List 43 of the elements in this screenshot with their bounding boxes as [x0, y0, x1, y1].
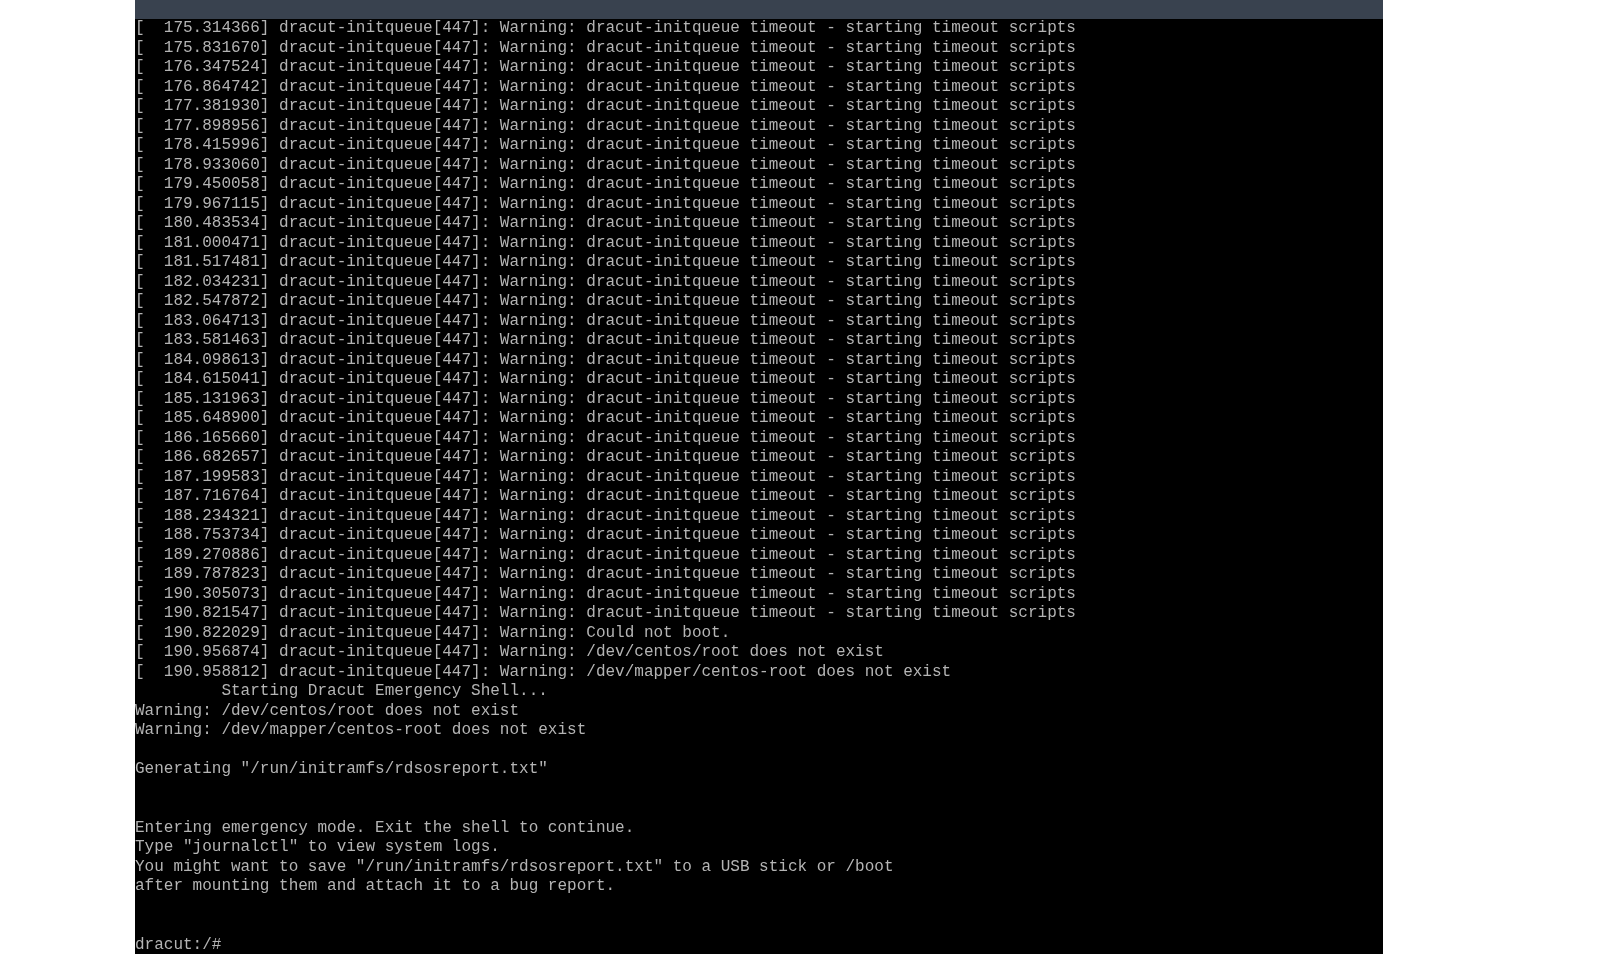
message-line: Entering emergency mode. Exit the shell to continue. [135, 818, 635, 838]
log-line: [ 181.517481] dracut-initqueue[447]: Warning: dracut-initqueue timeout - starting timeout scripts [135, 253, 1076, 273]
log-line: [ 186.165660] dracut-initqueue[447]: Warning: dracut-initqueue timeout - starting timeout scripts [135, 428, 1076, 448]
log-line: [ 183.581463] dracut-initqueue[447]: Warning: dracut-initqueue timeout - starting timeout scripts [135, 331, 1076, 351]
message-line: Type "journalctl" to view system logs. [135, 838, 500, 858]
log-line: Warning: /dev/centos/root does not exist [135, 701, 520, 721]
log-line: [ 176.347524] dracut-initqueue[447]: Warning: dracut-initqueue timeout - starting timeout scripts [135, 58, 1076, 78]
log-line: [ 189.270886] dracut-initqueue[447]: Warning: dracut-initqueue timeout - starting timeout scripts [135, 545, 1076, 565]
log-line: [ 184.615041] dracut-initqueue[447]: Warning: dracut-initqueue timeout - starting timeout scripts [135, 370, 1076, 390]
log-line: [ 190.958812] dracut-initqueue[447]: Warning: /dev/mapper/centos-root does not exist [135, 662, 952, 682]
log-line: [ 188.234321] dracut-initqueue[447]: Warning: dracut-initqueue timeout - starting timeout scripts [135, 506, 1076, 526]
message-line: after mounting them and attach it to a bug report. [135, 877, 616, 897]
log-line: [ 176.864742] dracut-initqueue[447]: Warning: dracut-initqueue timeout - starting timeout scripts [135, 77, 1076, 97]
log-line: [ 190.822029] dracut-initqueue[447]: Warning: Could not boot. [135, 623, 731, 643]
log-line: [ 177.381930] dracut-initqueue[447]: Warning: dracut-initqueue timeout - starting timeout scripts [135, 97, 1076, 117]
log-line: [ 187.716764] dracut-initqueue[447]: Warning: dracut-initqueue timeout - starting timeout scripts [135, 487, 1076, 507]
log-line: [ 177.898956] dracut-initqueue[447]: Warning: dracut-initqueue timeout - starting timeout scripts [135, 116, 1076, 136]
log-line: [ 179.967115] dracut-initqueue[447]: Warning: dracut-initqueue timeout - starting timeout scripts [135, 194, 1076, 214]
log-line: [ 184.098613] dracut-initqueue[447]: Warning: dracut-initqueue timeout - starting timeout scripts [135, 350, 1076, 370]
log-line: [ 190.956874] dracut-initqueue[447]: Warning: /dev/centos/root does not exist [135, 643, 884, 663]
log-line: [ 190.821547] dracut-initqueue[447]: Warning: dracut-initqueue timeout - starting timeout scripts [135, 604, 1076, 624]
log-line: [ 187.199583] dracut-initqueue[447]: Warning: dracut-initqueue timeout - starting timeout scripts [135, 467, 1076, 487]
log-line: [ 178.933060] dracut-initqueue[447]: Warning: dracut-initqueue timeout - starting timeout scripts [135, 155, 1076, 175]
log-line: [ 175.314366] dracut-initqueue[447]: Warning: dracut-initqueue timeout - starting timeout scripts [135, 19, 1076, 39]
log-line: [ 178.415996] dracut-initqueue[447]: Warning: dracut-initqueue timeout - starting timeout scripts [135, 136, 1076, 156]
log-line: [ 183.064713] dracut-initqueue[447]: Warning: dracut-initqueue timeout - starting timeout scripts [135, 311, 1076, 331]
log-line: [ 190.305073] dracut-initqueue[447]: Warning: dracut-initqueue timeout - starting timeout scripts [135, 584, 1076, 604]
log-line: [ 182.034231] dracut-initqueue[447]: Warning: dracut-initqueue timeout - starting timeout scripts [135, 272, 1076, 292]
log-line: [ 189.787823] dracut-initqueue[447]: Warning: dracut-initqueue timeout - starting timeout scripts [135, 565, 1076, 585]
log-line: Generating "/run/initramfs/rdsosreport.txt" [135, 760, 548, 780]
log-line: [ 188.753734] dracut-initqueue[447]: Warning: dracut-initqueue timeout - starting timeout scripts [135, 526, 1076, 546]
log-line: [ 185.648900] dracut-initqueue[447]: Warning: dracut-initqueue timeout - starting timeout scripts [135, 409, 1076, 429]
log-line: [ 185.131963] dracut-initqueue[447]: Warning: dracut-initqueue timeout - starting timeout scripts [135, 389, 1076, 409]
log-line: [ 186.682657] dracut-initqueue[447]: Warning: dracut-initqueue timeout - starting timeout scripts [135, 448, 1076, 468]
log-line: [ 181.000471] dracut-initqueue[447]: Warning: dracut-initqueue timeout - starting timeout scripts [135, 233, 1076, 253]
message-line: You might want to save "/run/initramfs/rdsosreport.txt" to a USB stick or /boot [135, 857, 894, 877]
log-line: Starting Dracut Emergency Shell... [220, 682, 548, 702]
log-line: [ 179.450058] dracut-initqueue[447]: Warning: dracut-initqueue timeout - starting timeout scripts [135, 175, 1076, 195]
log-line: Warning: /dev/mapper/centos-root does not exist [135, 721, 587, 741]
log-line: [ 182.547872] dracut-initqueue[447]: Warning: dracut-initqueue timeout - starting timeout scripts [135, 292, 1076, 312]
log-line: [ 180.483534] dracut-initqueue[447]: Warning: dracut-initqueue timeout - starting timeout scripts [135, 214, 1076, 234]
shell-prompt: dracut:/# [135, 935, 222, 954]
log-line: [ 175.831670] dracut-initqueue[447]: Warning: dracut-initqueue timeout - starting timeout scripts [135, 38, 1076, 58]
